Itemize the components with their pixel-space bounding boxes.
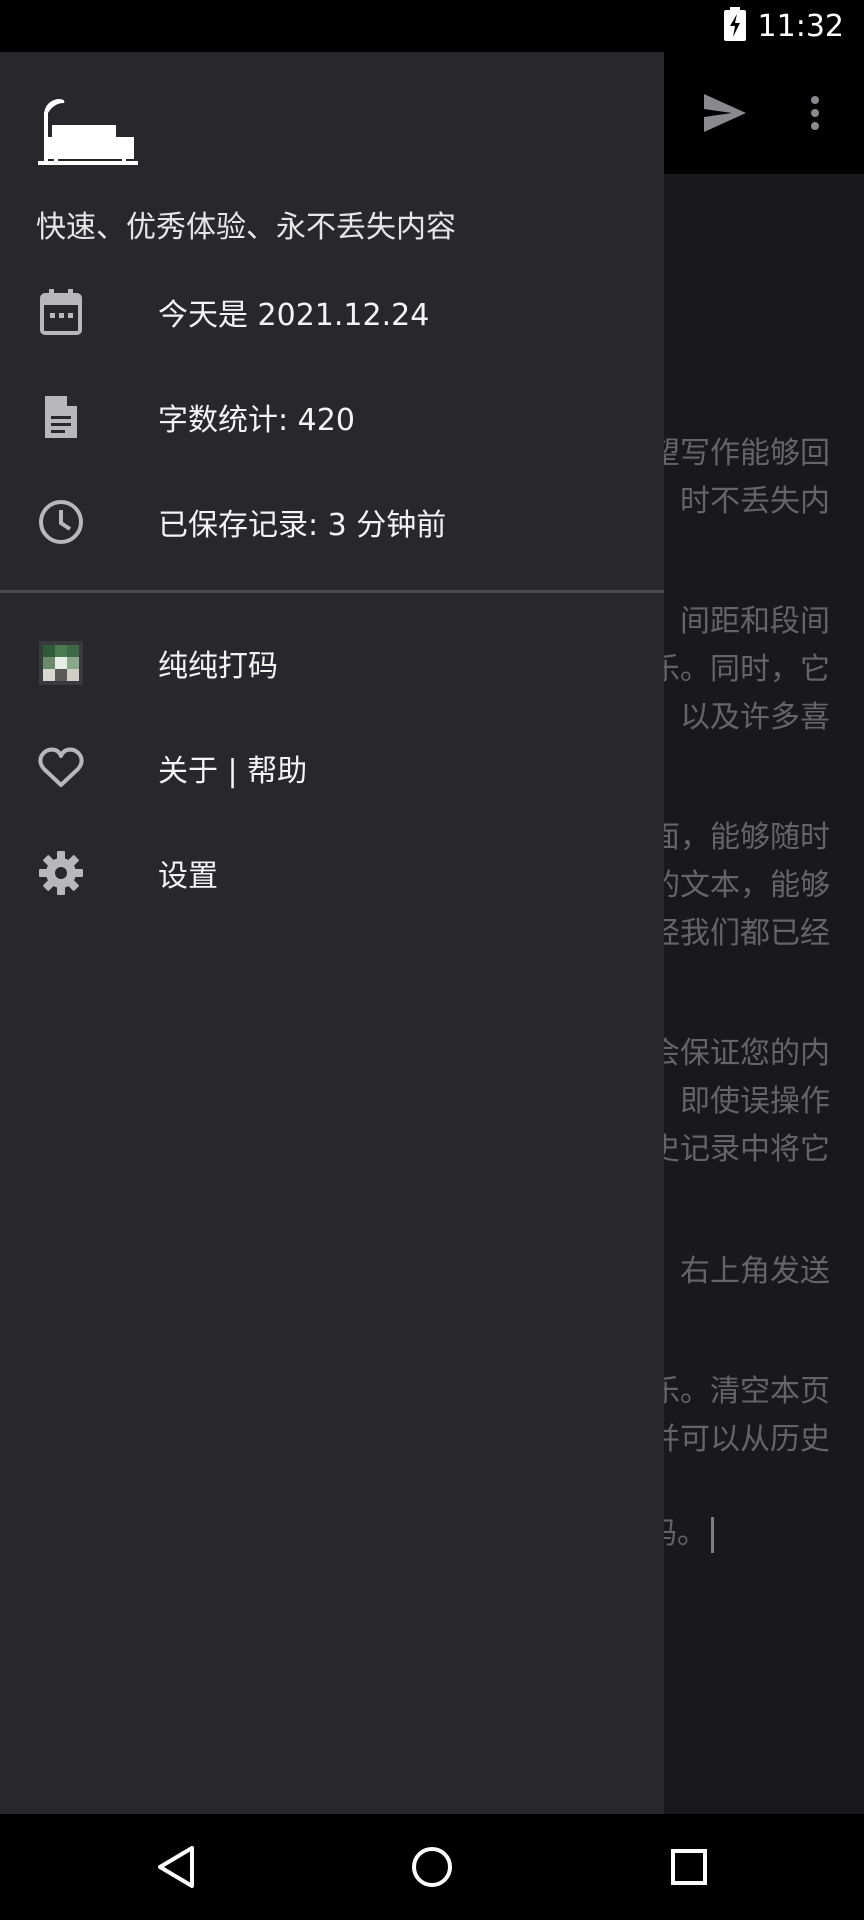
clock-icon (36, 497, 86, 547)
status-bar: 11:32 (0, 0, 864, 52)
app-logo-icon (34, 97, 140, 171)
menu-item-settings[interactable]: 设置 (0, 821, 664, 925)
document-icon (36, 392, 86, 442)
menu-item-label: 关于 | 帮助 (158, 754, 308, 789)
back-triangle-icon[interactable] (116, 1814, 236, 1920)
menu-item-about-help[interactable]: 关于 | 帮助 (0, 716, 664, 820)
word-count-label: 字数统计: 420 (158, 403, 355, 438)
drawer-divider (0, 590, 664, 593)
heart-icon (36, 743, 86, 793)
navigation-drawer: 快速、优秀体验、永不丢失内容 今天是 2021.12.24 字数统计: 420 … (0, 52, 664, 1814)
more-vert-icon[interactable] (790, 52, 840, 174)
date-label: 今天是 2021.12.24 (158, 298, 430, 333)
saved-label: 已保存记录: 3 分钟前 (158, 508, 447, 543)
menu-item-label: 纯纯打码 (158, 649, 278, 684)
gear-icon (36, 848, 86, 898)
menu-item-label: 设置 (158, 859, 218, 894)
system-nav-bar (0, 1814, 864, 1920)
info-item-saved: 已保存记录: 3 分钟前 (0, 470, 664, 574)
info-item-date: 今天是 2021.12.24 (0, 260, 664, 364)
recents-square-icon[interactable] (629, 1814, 749, 1920)
info-item-word-count: 字数统计: 420 (0, 365, 664, 469)
menu-item-pure-code[interactable]: 纯纯打码 (0, 611, 664, 715)
send-icon[interactable] (690, 52, 760, 174)
home-circle-icon[interactable] (372, 1814, 492, 1920)
battery-charging-icon (722, 7, 748, 45)
app-logo-icon (36, 638, 86, 688)
status-time: 11:32 (757, 8, 844, 44)
drawer-subtitle: 快速、优秀体验、永不丢失内容 (36, 210, 456, 245)
calendar-icon (36, 287, 86, 337)
